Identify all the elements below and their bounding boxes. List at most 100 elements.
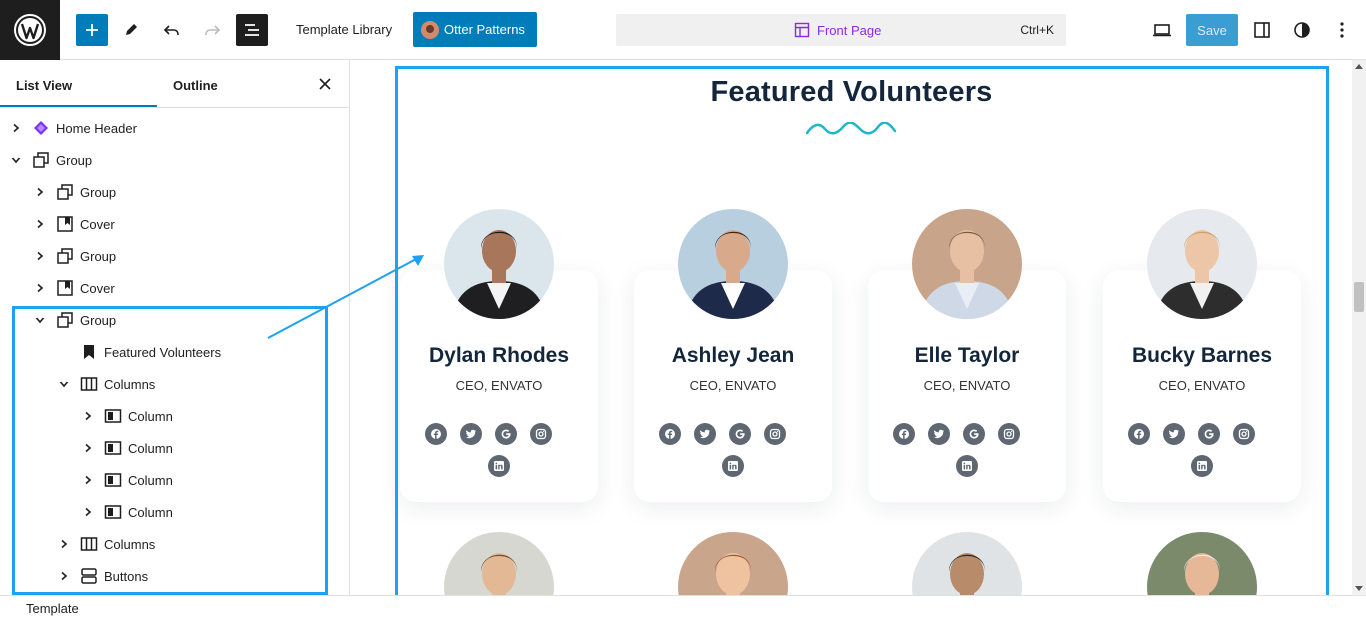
editor-canvas[interactable]: Featured Volunteers Dylan Rhodes CEO, ENV… bbox=[351, 60, 1352, 595]
otter-patterns-button[interactable]: Otter Patterns bbox=[413, 12, 537, 47]
chevron-right-icon[interactable] bbox=[32, 280, 48, 296]
volunteer-photo[interactable] bbox=[444, 532, 554, 595]
list-view-item[interactable]: Cover bbox=[32, 278, 115, 298]
volunteer-role[interactable]: CEO, ENVATO bbox=[382, 378, 616, 393]
volunteer-photo[interactable] bbox=[912, 532, 1022, 595]
undo-button[interactable] bbox=[156, 14, 188, 46]
facebook-icon[interactable] bbox=[425, 423, 447, 445]
list-view-item[interactable]: Buttons bbox=[56, 566, 148, 586]
column-icon bbox=[104, 439, 122, 457]
twitter-icon[interactable] bbox=[460, 423, 482, 445]
list-view-item-label: Group bbox=[80, 248, 117, 264]
add-block-button[interactable] bbox=[76, 14, 108, 46]
chevron-right-icon[interactable] bbox=[80, 408, 96, 424]
chevron-right-icon[interactable] bbox=[32, 216, 48, 232]
chevron-right-icon[interactable] bbox=[80, 504, 96, 520]
chevron-down-icon[interactable] bbox=[8, 152, 24, 168]
volunteer-role[interactable]: CEO, ENVATO bbox=[1085, 378, 1319, 393]
linkedin-icon[interactable] bbox=[488, 455, 510, 477]
volunteer-name[interactable]: Bucky Barnes bbox=[1085, 344, 1319, 368]
document-overview-button[interactable] bbox=[236, 14, 268, 46]
list-view-item-label: Column bbox=[128, 504, 173, 520]
breadcrumb-template[interactable]: Template bbox=[26, 601, 79, 616]
twitter-icon[interactable] bbox=[1163, 423, 1185, 445]
scroll-up-arrow[interactable] bbox=[1355, 64, 1363, 69]
list-view-item[interactable]: Columns bbox=[56, 374, 155, 394]
list-view-item[interactable]: Cover bbox=[32, 214, 115, 234]
document-overview-panel: List View Outline Home Header Group Group C… bbox=[0, 60, 350, 595]
volunteer-name[interactable]: Dylan Rhodes bbox=[382, 344, 616, 368]
redo-button[interactable] bbox=[196, 14, 228, 46]
google-icon[interactable] bbox=[963, 423, 985, 445]
close-icon[interactable] bbox=[317, 76, 333, 92]
options-menu-button[interactable] bbox=[1326, 14, 1358, 46]
volunteer-role[interactable]: CEO, ENVATO bbox=[616, 378, 850, 393]
volunteer-photo[interactable] bbox=[1147, 209, 1257, 319]
tools-button[interactable] bbox=[115, 14, 147, 46]
volunteer-role[interactable]: CEO, ENVATO bbox=[850, 378, 1084, 393]
instagram-icon[interactable] bbox=[530, 423, 552, 445]
group-icon bbox=[56, 247, 74, 265]
command-palette-bar[interactable]: Front Page Ctrl+K bbox=[616, 14, 1066, 46]
volunteer-photo[interactable] bbox=[678, 532, 788, 595]
settings-toggle-button[interactable] bbox=[1246, 14, 1278, 46]
canvas-scrollbar[interactable] bbox=[1352, 60, 1366, 595]
tab-list-view[interactable]: List View bbox=[16, 78, 72, 93]
list-view-item[interactable]: Column bbox=[80, 502, 173, 522]
chevron-right-icon[interactable] bbox=[80, 440, 96, 456]
wordpress-logo-button[interactable] bbox=[0, 0, 60, 60]
volunteer-photo[interactable] bbox=[1147, 532, 1257, 595]
linkedin-icon[interactable] bbox=[722, 455, 744, 477]
chevron-right-icon[interactable] bbox=[32, 184, 48, 200]
list-view-item[interactable]: Group bbox=[8, 150, 92, 170]
chevron-down-icon[interactable] bbox=[56, 376, 72, 392]
volunteer-name[interactable]: Elle Taylor bbox=[850, 344, 1084, 368]
list-view-item-label: Columns bbox=[104, 376, 156, 392]
section-title[interactable]: Featured Volunteers bbox=[351, 76, 1352, 109]
facebook-icon[interactable] bbox=[659, 423, 681, 445]
chevron-right-icon[interactable] bbox=[56, 536, 72, 552]
plus-icon bbox=[86, 24, 98, 36]
google-icon[interactable] bbox=[1198, 423, 1220, 445]
laptop-icon bbox=[1153, 24, 1171, 37]
list-view-item[interactable]: Columns bbox=[56, 534, 155, 554]
chevron-right-icon[interactable] bbox=[56, 568, 72, 584]
instagram-icon[interactable] bbox=[998, 423, 1020, 445]
scroll-down-arrow[interactable] bbox=[1355, 586, 1363, 591]
instagram-icon[interactable] bbox=[764, 423, 786, 445]
twitter-icon[interactable] bbox=[694, 423, 716, 445]
twitter-icon[interactable] bbox=[928, 423, 950, 445]
device-preview-button[interactable] bbox=[1146, 14, 1178, 46]
chevron-down-icon[interactable] bbox=[32, 312, 48, 328]
list-view-item[interactable]: Column bbox=[80, 406, 173, 426]
styles-button[interactable] bbox=[1286, 14, 1318, 46]
google-icon[interactable] bbox=[495, 423, 517, 445]
facebook-icon[interactable] bbox=[893, 423, 915, 445]
scroll-thumb[interactable] bbox=[1354, 282, 1364, 312]
list-view-item[interactable]: Group bbox=[32, 182, 116, 202]
list-view-item-label: Column bbox=[128, 440, 173, 456]
chevron-right-icon[interactable] bbox=[80, 472, 96, 488]
list-view-item[interactable]: Home Header bbox=[8, 118, 137, 138]
volunteer-name[interactable]: Ashley Jean bbox=[616, 344, 850, 368]
volunteer-photo[interactable] bbox=[444, 209, 554, 319]
list-view-item-label: Group bbox=[80, 312, 117, 328]
instagram-icon[interactable] bbox=[1233, 423, 1255, 445]
linkedin-icon[interactable] bbox=[956, 455, 978, 477]
facebook-icon[interactable] bbox=[1128, 423, 1150, 445]
linkedin-icon[interactable] bbox=[1191, 455, 1213, 477]
list-view-item[interactable]: Featured Volunteers bbox=[56, 342, 221, 362]
list-view-item[interactable]: Group bbox=[32, 310, 116, 330]
list-view-item[interactable]: Group bbox=[32, 246, 116, 266]
chevron-right-icon[interactable] bbox=[8, 120, 24, 136]
template-library-button[interactable]: Template Library bbox=[296, 22, 392, 37]
volunteer-photo[interactable] bbox=[678, 209, 788, 319]
save-button[interactable]: Save bbox=[1186, 14, 1238, 46]
list-view-item[interactable]: Column bbox=[80, 470, 173, 490]
volunteer-photo[interactable] bbox=[912, 209, 1022, 319]
list-view-item-label: Featured Volunteers bbox=[104, 344, 222, 360]
google-icon[interactable] bbox=[729, 423, 751, 445]
chevron-right-icon[interactable] bbox=[32, 248, 48, 264]
tab-outline[interactable]: Outline bbox=[173, 78, 218, 93]
list-view-item[interactable]: Column bbox=[80, 438, 173, 458]
